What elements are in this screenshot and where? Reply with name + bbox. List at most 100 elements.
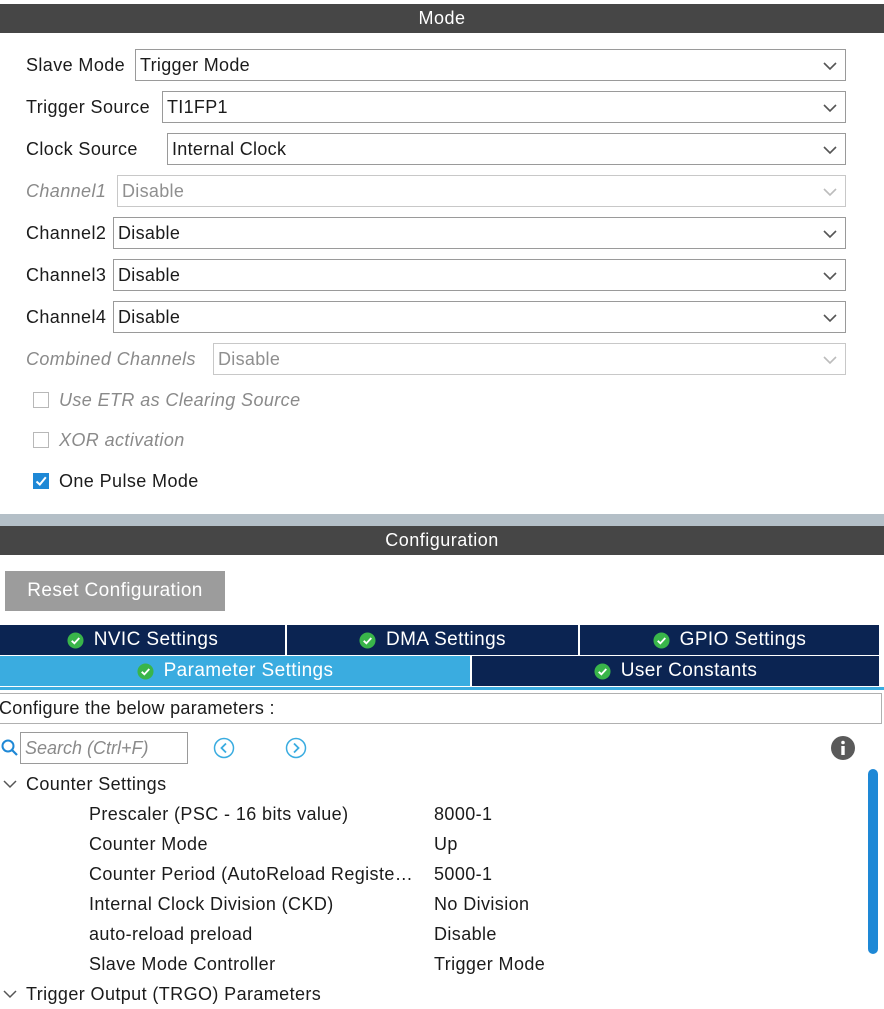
param-value: Up (434, 834, 458, 854)
channel3-value: Disable (118, 264, 181, 285)
tab-underline (0, 687, 884, 690)
check-circle-icon (67, 631, 84, 649)
param-row-internal-clock-division[interactable]: Internal Clock Division (CKD) No Divisio… (0, 889, 860, 919)
tab-parameter-settings[interactable]: Parameter Settings (0, 656, 470, 686)
combined-channels-value: Disable (218, 348, 281, 369)
param-row-counter-mode[interactable]: Counter Mode Up (0, 829, 860, 859)
clock-source-label: Clock Source (26, 138, 138, 159)
chevron-down-icon (823, 62, 837, 71)
param-row-prescaler[interactable]: Prescaler (PSC - 16 bits value) 8000-1 (0, 799, 860, 829)
clock-source-value: Internal Clock (172, 138, 287, 159)
channel4-select[interactable]: Disable (113, 301, 846, 333)
tab-dma-settings-label: DMA Settings (386, 629, 506, 650)
parameters-scrollbar[interactable] (868, 769, 878, 954)
xor-activation-label: XOR activation (59, 429, 185, 450)
parameters-description: Configure the below parameters : (0, 693, 882, 724)
param-value: 5000-1 (434, 864, 493, 884)
tab-user-constants[interactable]: User Constants (472, 656, 879, 686)
channel2-select[interactable]: Disable (113, 217, 846, 249)
chevron-down-icon (823, 230, 837, 239)
clock-source-row: Clock Source Internal Clock (26, 132, 846, 166)
tree-group-trigger-output[interactable]: Trigger Output (TRGO) Parameters (0, 979, 321, 1009)
channel3-row: Channel3 Disable (26, 258, 846, 292)
chevron-down-icon (3, 990, 17, 999)
chevron-down-icon (823, 104, 837, 113)
trigger-source-row: Trigger Source TI1FP1 (26, 90, 846, 124)
slave-mode-select[interactable]: Trigger Mode (135, 49, 846, 81)
channel4-row: Channel4 Disable (26, 300, 846, 334)
param-row-auto-reload-preload[interactable]: auto-reload preload Disable (0, 919, 860, 949)
channel4-label: Channel4 (26, 306, 107, 327)
chevron-down-icon (823, 272, 837, 281)
chevron-down-icon (823, 314, 837, 323)
tree-group-label: Counter Settings (26, 773, 167, 794)
trigger-source-select[interactable]: TI1FP1 (162, 91, 846, 123)
mode-header: Mode (0, 4, 884, 33)
configuration-header-title: Configuration (385, 530, 499, 550)
use-etr-clearing-checkbox-row: Use ETR as Clearing Source (33, 387, 301, 413)
search-input[interactable] (20, 732, 188, 764)
tab-gpio-settings[interactable]: GPIO Settings (580, 625, 879, 655)
next-match-icon[interactable] (285, 737, 307, 759)
checkmark-icon (35, 476, 47, 486)
xor-activation-checkbox-row: XOR activation (33, 427, 185, 453)
chevron-down-icon (823, 188, 837, 197)
channel2-value: Disable (118, 222, 181, 243)
channel2-row: Channel2 Disable (26, 216, 846, 250)
parameters-description-text: Configure the below parameters : (0, 698, 275, 718)
mode-header-title: Mode (418, 8, 466, 28)
param-row-counter-period[interactable]: Counter Period (AutoReload Registe… 5000… (0, 859, 860, 889)
slave-mode-label: Slave Mode (26, 54, 126, 75)
tab-dma-settings[interactable]: DMA Settings (287, 625, 578, 655)
channel1-select: Disable (117, 175, 846, 207)
channel1-label: Channel1 (26, 180, 107, 201)
tab-gpio-settings-label: GPIO Settings (679, 629, 807, 650)
combined-channels-select: Disable (213, 343, 846, 375)
previous-match-icon[interactable] (213, 737, 235, 759)
param-name: Slave Mode Controller (89, 954, 276, 974)
param-value: 8000-1 (434, 804, 493, 824)
combined-channels-row: Combined Channels Disable (26, 342, 846, 376)
tab-nvic-settings[interactable]: NVIC Settings (0, 625, 285, 655)
one-pulse-mode-checkbox[interactable] (33, 473, 49, 489)
use-etr-clearing-label: Use ETR as Clearing Source (59, 389, 301, 410)
check-circle-icon (359, 631, 376, 649)
chevron-down-icon (3, 780, 17, 789)
channel2-label: Channel2 (26, 222, 107, 243)
slave-mode-value: Trigger Mode (140, 54, 250, 75)
param-name: Internal Clock Division (CKD) (89, 894, 334, 914)
param-name: Counter Period (AutoReload Registe… (89, 864, 414, 884)
tree-group-label: Trigger Output (TRGO) Parameters (26, 983, 322, 1004)
one-pulse-mode-checkbox-row[interactable]: One Pulse Mode (33, 468, 199, 494)
param-value: No Division (434, 894, 530, 914)
check-circle-icon (137, 662, 154, 680)
channel1-value: Disable (122, 180, 185, 201)
check-circle-icon (594, 662, 611, 680)
channel3-select[interactable]: Disable (113, 259, 846, 291)
param-name: Prescaler (PSC - 16 bits value) (89, 804, 349, 824)
tab-nvic-settings-label: NVIC Settings (93, 629, 219, 650)
chevron-down-icon (823, 356, 837, 365)
reset-configuration-button[interactable]: Reset Configuration (5, 571, 225, 611)
param-value: Trigger Mode (434, 954, 546, 974)
param-row-slave-mode-controller[interactable]: Slave Mode Controller Trigger Mode (0, 949, 860, 979)
param-value: Disable (434, 924, 497, 944)
channel3-label: Channel3 (26, 264, 107, 285)
channel1-row: Channel1 Disable (26, 174, 846, 208)
param-name: auto-reload preload (89, 924, 253, 944)
section-separator (0, 514, 884, 526)
configuration-header: Configuration (0, 526, 884, 555)
check-circle-icon (653, 631, 670, 649)
trigger-source-label: Trigger Source (26, 96, 150, 117)
slave-mode-row: Slave Mode Trigger Mode (26, 48, 846, 82)
info-icon[interactable] (830, 735, 856, 761)
tab-parameter-settings-label: Parameter Settings (163, 660, 334, 681)
xor-activation-checkbox (33, 432, 49, 448)
tree-group-counter-settings[interactable]: Counter Settings (0, 769, 166, 799)
chevron-down-icon (823, 146, 837, 155)
search-icon (1, 739, 18, 756)
param-name: Counter Mode (89, 834, 208, 854)
tab-user-constants-label: User Constants (620, 660, 758, 681)
clock-source-select[interactable]: Internal Clock (167, 133, 846, 165)
trigger-source-value: TI1FP1 (167, 96, 228, 117)
